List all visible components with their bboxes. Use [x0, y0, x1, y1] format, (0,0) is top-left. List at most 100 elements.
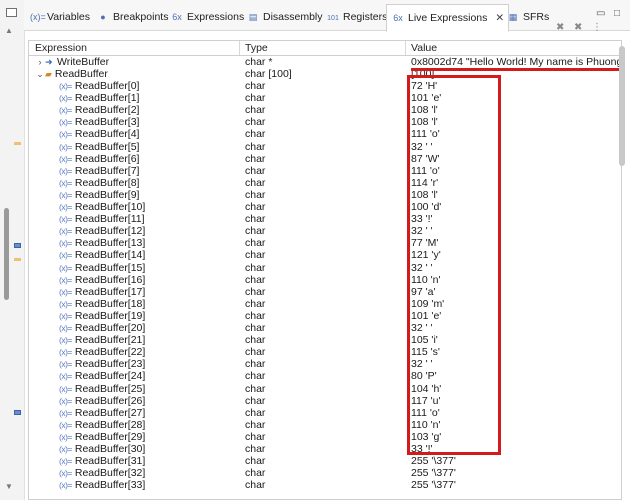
table-row[interactable]: (x)= ReadBuffer[24] char 80 'P': [29, 370, 621, 382]
pointer-icon: ➜: [45, 57, 53, 67]
minimize-icon[interactable]: ▭: [596, 8, 605, 19]
column-value[interactable]: Value: [411, 42, 437, 54]
field-icon: (x)=: [59, 310, 72, 321]
expressions-icon: 6x: [172, 12, 182, 22]
field-icon: (x)=: [59, 105, 72, 116]
expand-icon[interactable]: ›: [35, 56, 45, 68]
field-icon: (x)=: [59, 323, 72, 333]
table-row[interactable]: (x)= ReadBuffer[2] char 108 'l': [29, 104, 621, 116]
tab-variables[interactable]: (x)=Variables: [30, 9, 90, 25]
field-icon: (x)=: [59, 262, 72, 273]
left-gutter: ▲ ▼: [0, 0, 25, 500]
table-row[interactable]: (x)= ReadBuffer[26] char 117 'u': [29, 395, 621, 407]
table-row[interactable]: (x)= ReadBuffer[20] char 32 ' ': [29, 322, 621, 334]
field-icon: (x)=: [59, 226, 72, 237]
breakpoints-icon: ●: [100, 12, 106, 22]
field-icon: (x)=: [59, 383, 72, 394]
table-row[interactable]: (x)= ReadBuffer[19] char 101 'e': [29, 310, 621, 322]
tab-expressions[interactable]: 6x Expressions: [170, 9, 244, 25]
column-type[interactable]: Type: [245, 42, 268, 54]
field-icon: (x)=: [59, 456, 72, 467]
field-icon: (x)=: [59, 214, 72, 225]
table-row[interactable]: (x)= ReadBuffer[29] char 103 'g': [29, 431, 621, 443]
table-row[interactable]: (x)= ReadBuffer[0] char 72 'H': [29, 80, 621, 92]
field-icon: (x)=: [59, 153, 72, 164]
gutter-scrollbar[interactable]: [4, 208, 9, 300]
scroll-up-icon[interactable]: ▲: [5, 26, 13, 35]
table-row[interactable]: (x)= ReadBuffer[32] char 255 '\377': [29, 467, 621, 479]
table-row[interactable]: (x)= ReadBuffer[10] char 100 'd': [29, 201, 621, 213]
table-row[interactable]: (x)= ReadBuffer[5] char 32 ' ': [29, 141, 621, 153]
field-icon: (x)=: [59, 286, 72, 297]
disassembly-icon: ▤: [248, 12, 258, 22]
table-row[interactable]: (x)= ReadBuffer[18] char 109 'm': [29, 298, 621, 310]
tab-sfrs[interactable]: ▦ SFRs: [506, 9, 550, 25]
array-icon: ▰: [45, 69, 52, 79]
table-row[interactable]: (x)= ReadBuffer[23] char 32 ' ': [29, 358, 621, 370]
field-icon: (x)=: [59, 298, 72, 309]
table-scrollbar[interactable]: [619, 46, 625, 166]
table-row[interactable]: (x)= ReadBuffer[30] char 33 '!': [29, 443, 621, 455]
table-row[interactable]: (x)= ReadBuffer[7] char 111 'o': [29, 165, 621, 177]
tab-breakpoints[interactable]: ● Breakpoints: [96, 9, 168, 25]
marker-blue-icon: [14, 243, 21, 248]
table-row[interactable]: (x)= ReadBuffer[28] char 110 'n': [29, 419, 621, 431]
remove-expression-icon[interactable]: ✖: [556, 22, 564, 33]
field-icon: (x)=: [59, 141, 72, 152]
table-row[interactable]: (x)= ReadBuffer[17] char 97 'a': [29, 286, 621, 298]
table-row[interactable]: (x)= ReadBuffer[13] char 77 'M': [29, 237, 621, 249]
table-row[interactable]: (x)= ReadBuffer[11] char 33 '!': [29, 213, 621, 225]
maximize-icon[interactable]: □: [614, 8, 620, 19]
field-icon: (x)=: [59, 347, 72, 358]
table-row[interactable]: (x)= ReadBuffer[9] char 108 'l': [29, 189, 621, 201]
field-icon: (x)=: [59, 407, 72, 418]
view-menu-icon[interactable]: ⋮: [592, 22, 602, 33]
table-row[interactable]: (x)= ReadBuffer[21] char 105 'i': [29, 334, 621, 346]
field-icon: (x)=: [59, 117, 72, 128]
table-row[interactable]: (x)= ReadBuffer[22] char 115 's': [29, 346, 621, 358]
table-row[interactable]: (x)= ReadBuffer[1] char 101 'e': [29, 92, 621, 104]
marker-blue-icon: [14, 410, 21, 415]
field-icon: (x)=: [59, 129, 72, 140]
view-tab-bar: (x)=Variables ● Breakpoints 6x Expressions…: [24, 0, 630, 32]
field-icon: (x)=: [59, 359, 72, 370]
table-row[interactable]: (x)= ReadBuffer[8] char 114 'r': [29, 177, 621, 189]
table-row[interactable]: (x)= ReadBuffer[15] char 32 ' ': [29, 262, 621, 274]
registers-icon: 101: [327, 15, 339, 22]
column-expression[interactable]: Expression: [35, 42, 87, 54]
tab-registers[interactable]: 101 Registers: [326, 9, 387, 25]
highlight-box: [407, 75, 501, 455]
table-row[interactable]: (x)= ReadBuffer[14] char 121 'y': [29, 249, 621, 261]
table-row[interactable]: (x)= ReadBuffer[6] char 87 'W': [29, 153, 621, 165]
table-header: Expression Type Value: [29, 41, 621, 56]
table-row[interactable]: (x)= ReadBuffer[31] char 255 '\377': [29, 455, 621, 467]
restore-icon[interactable]: [6, 8, 17, 17]
field-icon: (x)=: [59, 444, 72, 454]
table-row[interactable]: (x)= ReadBuffer[3] char 108 'l': [29, 116, 621, 128]
field-icon: (x)=: [59, 371, 72, 382]
table-row[interactable]: (x)= ReadBuffer[4] char 111 'o': [29, 128, 621, 140]
tab-live-expressions[interactable]: 6x Live Expressions ✕: [386, 4, 510, 32]
table-row[interactable]: (x)= ReadBuffer[25] char 104 'h': [29, 383, 621, 395]
field-icon: (x)=: [59, 165, 72, 176]
table-row[interactable]: (x)= ReadBuffer[33] char 255 '\377': [29, 479, 621, 491]
field-icon: (x)=: [59, 189, 72, 200]
field-icon: (x)=: [59, 335, 72, 346]
table-row[interactable]: (x)= ReadBuffer[12] char 32 ' ': [29, 225, 621, 237]
field-icon: (x)=: [59, 81, 72, 91]
tab-disassembly[interactable]: ▤ Disassembly: [246, 9, 323, 25]
field-icon: (x)=: [59, 468, 72, 479]
remove-all-icon[interactable]: ✖: [574, 22, 582, 33]
field-icon: (x)=: [59, 202, 72, 212]
field-icon: (x)=: [59, 419, 72, 430]
scroll-down-icon[interactable]: ▼: [5, 482, 13, 491]
table-row[interactable]: (x)= ReadBuffer[16] char 110 'n': [29, 274, 621, 286]
close-tab-icon[interactable]: ✕: [495, 12, 504, 24]
table-row-writebuffer[interactable]: › ➜ WriteBuffer char * 0x8002d74 "Hello Wo…: [29, 56, 622, 68]
table-row[interactable]: (x)= ReadBuffer[27] char 111 'o': [29, 407, 621, 419]
collapse-icon[interactable]: ⌄: [35, 68, 45, 80]
field-icon: (x)=: [59, 250, 72, 261]
field-icon: (x)=: [59, 177, 72, 188]
live-expressions-icon: 6x: [393, 13, 403, 23]
field-icon: (x)=: [59, 480, 72, 491]
